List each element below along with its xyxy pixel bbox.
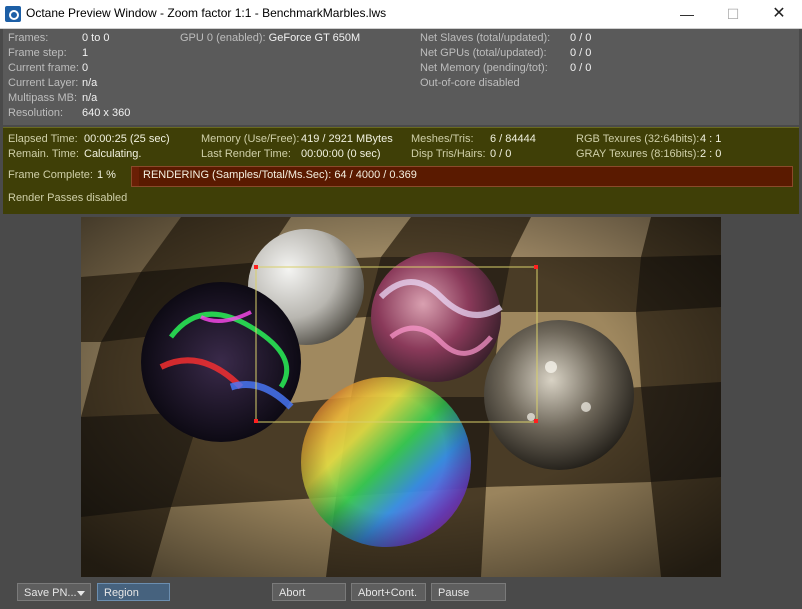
gpu-value: GeForce GT 650M [268, 32, 361, 44]
render-progress-bar: RENDERING (Samples/Total/Ms.Sec): 64 / 4… [131, 166, 793, 187]
glass-marble [484, 320, 634, 470]
abort-continue-button[interactable]: Abort+Cont. [351, 583, 426, 601]
frame-complete-value: 1 % [97, 169, 116, 181]
render-progress-fill [132, 167, 139, 186]
marbles-render [81, 217, 721, 577]
gpu-label: GPU 0 (enabled): [180, 32, 266, 44]
remain-label: Remain. Time: [8, 148, 79, 160]
memory-label: Memory (Use/Free): [201, 133, 300, 145]
pause-button[interactable]: Pause [431, 583, 506, 601]
frames-label: Frames: [8, 32, 49, 44]
current-layer-label: Current Layer: [8, 77, 79, 89]
frame-step-label: Frame step: [8, 47, 67, 59]
close-button[interactable]: ✕ [756, 0, 802, 28]
window-title: Octane Preview Window - Zoom factor 1:1 … [26, 6, 387, 20]
last-render-value: 00:00:00 (0 sec) [301, 148, 381, 160]
render-info-panel: Frames: 0 to 0 Frame step: 1 Current fra… [3, 29, 799, 125]
render-preview-image[interactable] [81, 217, 721, 577]
rendering-status-text: RENDERING (Samples/Total/Ms.Sec): 64 / 4… [143, 169, 417, 181]
disp-label: Disp Tris/Hairs: [411, 148, 486, 160]
rgb-textures-label: RGB Texures (32:64bits): [576, 133, 700, 145]
memory-value: 419 / 2921 MBytes [301, 133, 393, 145]
net-slaves-label: Net Slaves (total/updated): [420, 32, 551, 44]
chevron-down-icon [77, 591, 85, 596]
current-layer-value: n/a [82, 77, 98, 89]
meshes-value: 6 / 84444 [490, 133, 536, 145]
minimize-button[interactable]: — [664, 0, 710, 28]
meshes-label: Meshes/Tris: [411, 133, 474, 145]
current-frame-label: Current frame: [8, 62, 79, 74]
gray-textures-value: 2 : 0 [700, 148, 722, 160]
render-status-panel: Elapsed Time: 00:00:25 (25 sec) Remain. … [3, 127, 799, 214]
net-gpus-value: 0 / 0 [570, 47, 592, 59]
multipass-value: n/a [82, 92, 98, 104]
title-bar: Octane Preview Window - Zoom factor 1:1 … [0, 0, 802, 29]
multipass-label: Multipass MB: [8, 92, 78, 104]
last-render-label: Last Render Time: [201, 148, 291, 160]
abort-button[interactable]: Abort [272, 583, 346, 601]
resolution-value: 640 x 360 [82, 107, 131, 119]
gray-textures-label: GRAY Texures (8:16bits): [576, 148, 700, 160]
net-memory-value: 0 / 0 [570, 62, 592, 74]
octane-app-icon [5, 6, 21, 22]
region-handle-bottom-left[interactable] [254, 419, 258, 423]
save-png-label: Save PN... [24, 587, 77, 599]
out-of-core-status: Out-of-core disabled [420, 77, 520, 89]
net-memory-label: Net Memory (pending/tot): [420, 62, 548, 74]
frame-complete-label: Frame Complete: [8, 169, 93, 181]
remain-value: Calculating. [84, 148, 142, 160]
rgb-textures-value: 4 : 1 [700, 133, 722, 145]
region-handle-bottom-right[interactable] [534, 419, 538, 423]
render-passes-status: Render Passes disabled [8, 192, 128, 204]
elapsed-label: Elapsed Time: [8, 133, 78, 145]
region-handle-top-left[interactable] [254, 265, 258, 269]
resolution-label: Resolution: [8, 107, 64, 119]
elapsed-value: 00:00:25 (25 sec) [84, 133, 170, 145]
region-handle-top-right[interactable] [534, 265, 538, 269]
net-slaves-value: 0 / 0 [570, 32, 592, 44]
region-button[interactable]: Region [97, 583, 170, 601]
net-gpus-label: Net GPUs (total/updated): [420, 47, 547, 59]
current-frame-value: 0 [82, 62, 89, 74]
frame-step-value: 1 [82, 47, 89, 59]
maximize-button[interactable]: ☐ [710, 0, 756, 28]
save-png-dropdown[interactable]: Save PN... [17, 583, 91, 601]
frames-value: 0 to 0 [82, 32, 110, 44]
disp-value: 0 / 0 [490, 148, 512, 160]
